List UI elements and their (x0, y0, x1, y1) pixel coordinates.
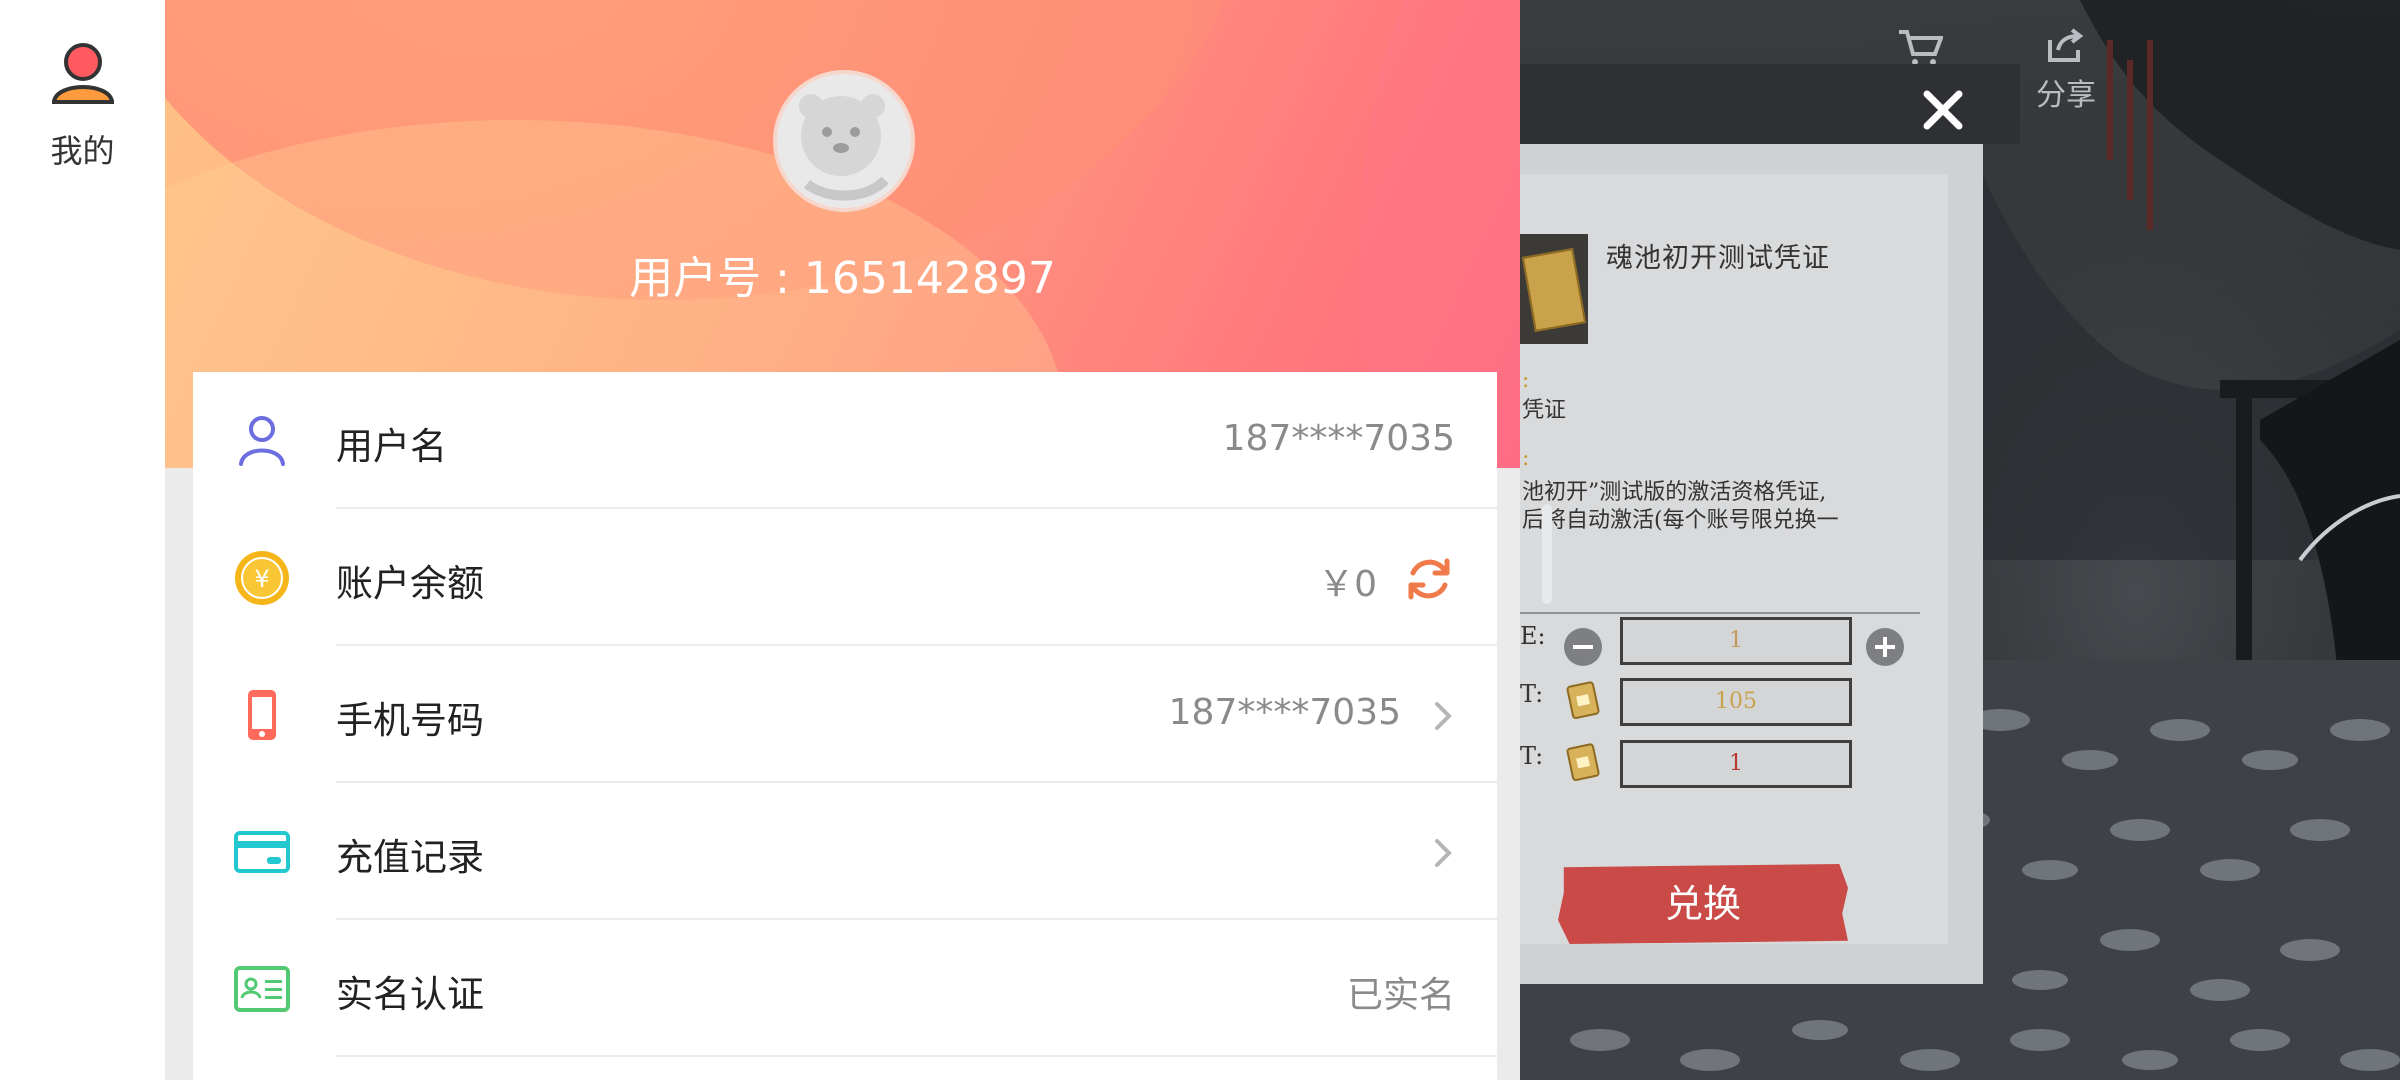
row-label: 充值记录 (336, 836, 484, 879)
row-phone[interactable]: 手机号码 187****7035 (193, 646, 1497, 783)
refresh-icon[interactable] (1403, 553, 1455, 605)
desc-scrollbar[interactable] (1542, 504, 1552, 604)
chevron-right-icon (1435, 839, 1452, 867)
plus-icon (1875, 637, 1895, 657)
item-name: 魂池初开测试凭证 (1606, 243, 1830, 274)
yen-coin-icon: ¥ (235, 551, 289, 605)
row-label: 用户名 (336, 425, 447, 468)
decrease-button[interactable] (1564, 628, 1602, 666)
quantity-field[interactable]: 1 (1620, 617, 1852, 665)
row-username: 用户名 187****7035 (193, 372, 1497, 509)
quantity-label: E: (1520, 622, 1546, 650)
voucher-scroll-icon (1566, 681, 1600, 720)
row-label: 账户余额 (336, 562, 484, 605)
exchange-button[interactable]: 兑换 (1558, 864, 1848, 944)
account-panel: 用户号 : 165142897 用户名 187****7035 ¥ 账户余额 ￥… (165, 0, 1520, 1080)
owned-label: T: (1520, 742, 1544, 770)
cart-icon (1899, 30, 1943, 65)
row-balance: ¥ 账户余额 ￥0 (193, 509, 1497, 646)
increase-button[interactable] (1866, 628, 1904, 666)
real-name-status: 已实名 (1346, 975, 1455, 1016)
user-icon (239, 416, 285, 466)
share-label: 分享 (2036, 78, 2096, 113)
avatar[interactable] (773, 70, 915, 212)
item-desc-line-2: 后将自动激活(每个账号限兑换一 (1522, 508, 1839, 533)
row-real-name[interactable]: 实名认证 已实名 (193, 920, 1497, 1057)
row-label: 实名认证 (336, 973, 484, 1016)
svg-text:¥: ¥ (254, 565, 269, 593)
id-card-icon (234, 966, 290, 1012)
username-value: 187****7035 (1222, 418, 1455, 459)
tiger-avatar-icon (777, 74, 911, 208)
close-button[interactable] (1913, 80, 1973, 140)
user-id: 用户号 : 165142897 (629, 253, 1056, 304)
row-recharge-records[interactable]: 充值记录 (193, 783, 1497, 920)
owned-field: 1 (1620, 740, 1852, 788)
balance-value: ￥0 (1318, 564, 1377, 605)
dialog-content: 魂池初开测试凭证 : 凭证 : 池初开”测试版的激活资格凭证, 后将自动激活(每… (1520, 174, 1948, 944)
voucher-scroll-icon (1566, 743, 1600, 782)
cost-label: T: (1520, 680, 1544, 708)
card-icon (234, 831, 290, 873)
game-background: 分享 魂池初开测试凭证 : 凭证 : 池初开”测试版的激活资格凭证, 后将自动激… (1520, 0, 2400, 1080)
item-desc-label: : (1522, 446, 1530, 471)
phone-value: 187****7035 (1168, 692, 1401, 733)
sidebar: 我的 (0, 0, 165, 1080)
account-info-card: 用户名 187****7035 ¥ 账户余额 ￥0 手机号码 187****70… (193, 372, 1497, 1080)
voucher-thumbnail (1520, 234, 1588, 344)
dialog-divider (1520, 612, 1920, 614)
row-label: 手机号码 (336, 699, 484, 742)
phone-icon (248, 690, 276, 740)
me-icon[interactable] (48, 38, 118, 108)
cost-field: 105 (1620, 678, 1852, 726)
exchange-dialog: 魂池初开测试凭证 : 凭证 : 池初开”测试版的激活资格凭证, 后将自动激活(每… (1520, 144, 1983, 984)
item-type-label: : (1522, 368, 1530, 393)
me-label[interactable]: 我的 (0, 126, 165, 172)
item-type-value: 凭证 (1522, 398, 1567, 423)
minus-icon (1573, 645, 1593, 649)
close-icon (1923, 90, 1963, 130)
share-icon (2048, 28, 2084, 62)
share-button[interactable]: 分享 (2016, 28, 2116, 114)
chevron-right-icon (1435, 702, 1452, 730)
